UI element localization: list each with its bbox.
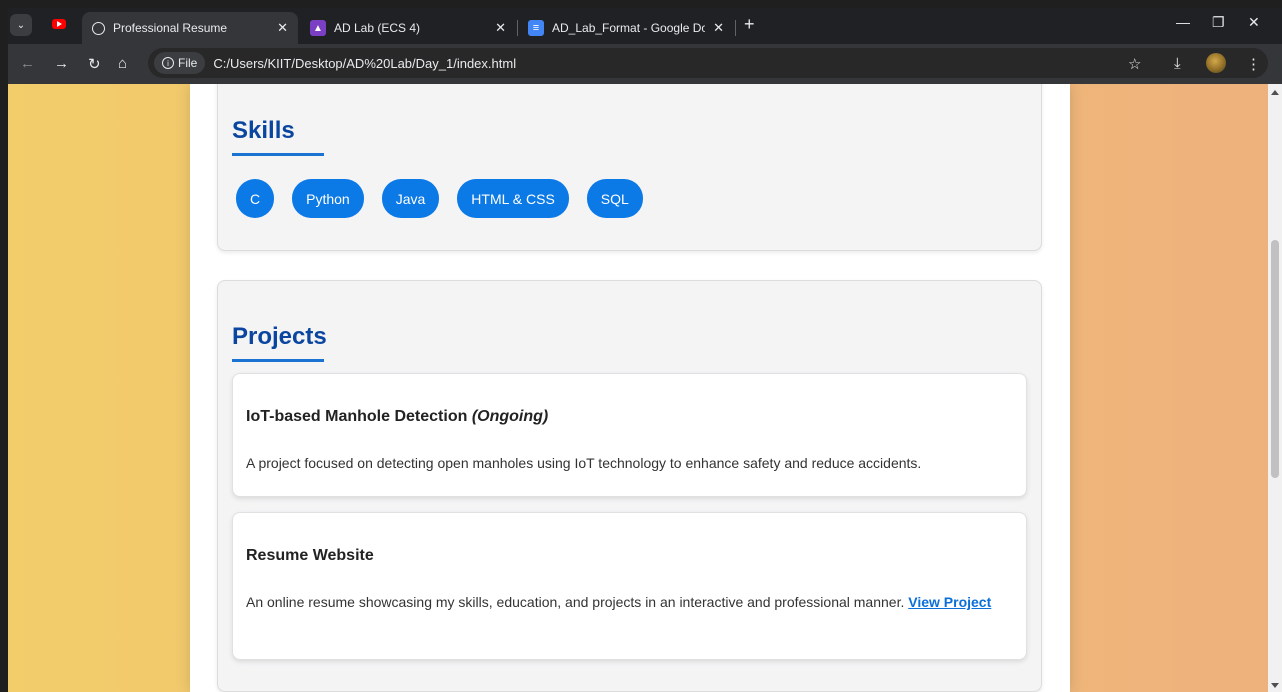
projects-heading: Projects <box>232 323 327 362</box>
tab-professional-resume[interactable]: Professional Resume ✕ <box>82 12 298 44</box>
project-card: Resume Website An online resume showcasi… <box>232 512 1027 660</box>
profile-avatar[interactable] <box>1206 53 1226 73</box>
file-chip-label: File <box>178 56 198 70</box>
skills-heading: Skills <box>232 117 324 156</box>
projects-section: Projects IoT-based Manhole Detection (On… <box>217 280 1042 692</box>
tab-google-docs[interactable]: ≡ AD_Lab_Format - Google Docs ✕ <box>518 12 734 44</box>
menu-kebab-icon[interactable]: ⋮ <box>1246 55 1261 73</box>
close-tab-icon[interactable]: ✕ <box>495 20 506 36</box>
skill-pill: HTML & CSS <box>457 179 569 218</box>
resume-container: Skills C Python Java HTML & CSS SQL Proj… <box>190 84 1070 692</box>
tab-title: AD_Lab_Format - Google Docs <box>552 21 706 35</box>
browser-toolbar: ← → ↻ ⌂ i File C:/Users/KIIT/Desktop/AD%… <box>8 44 1282 84</box>
globe-icon <box>92 21 105 35</box>
page-viewport: Skills C Python Java HTML & CSS SQL Proj… <box>8 84 1282 692</box>
project-card: IoT-based Manhole Detection (Ongoing) A … <box>232 373 1027 497</box>
info-icon: i <box>162 57 174 69</box>
url-text: C:/Users/KIIT/Desktop/AD%20Lab/Day_1/ind… <box>213 55 517 71</box>
download-icon[interactable]: ⤓ <box>1174 55 1181 72</box>
youtube-pinned-tab-icon[interactable] <box>52 19 66 29</box>
forward-arrow-icon[interactable]: → <box>54 55 69 72</box>
close-window-icon[interactable]: ✕ <box>1248 14 1260 31</box>
classroom-icon: ▲ <box>310 20 326 36</box>
restore-icon[interactable]: ❐ <box>1212 14 1225 31</box>
tab-title: AD Lab (ECS 4) <box>334 21 421 35</box>
bookmark-star-icon[interactable]: ☆ <box>1128 55 1141 73</box>
back-arrow-icon[interactable]: ← <box>20 55 35 72</box>
project-title-text: IoT-based Manhole Detection <box>246 408 468 425</box>
tab-ad-lab[interactable]: ▲ AD Lab (ECS 4) ✕ <box>300 12 516 44</box>
home-icon[interactable]: ⌂ <box>118 55 127 72</box>
skill-pill: SQL <box>586 179 643 218</box>
project-description: An online resume showcasing my skills, e… <box>246 591 1006 613</box>
scroll-down-arrow-icon[interactable] <box>1271 683 1279 688</box>
tab-search-chevron-icon[interactable]: ⌄ <box>10 14 32 36</box>
project-status: (Ongoing) <box>471 408 549 425</box>
project-title: IoT-based Manhole Detection (Ongoing) <box>246 408 548 426</box>
vertical-scrollbar[interactable] <box>1268 84 1282 692</box>
minimize-icon[interactable]: — <box>1176 14 1190 30</box>
new-tab-plus-icon[interactable]: + <box>744 14 755 35</box>
docs-icon: ≡ <box>528 20 544 36</box>
tab-strip: ⌄ Professional Resume ✕ ▲ AD Lab (ECS 4)… <box>8 8 1282 44</box>
reload-icon[interactable]: ↻ <box>88 55 101 73</box>
project-description-text: An online resume showcasing my skills, e… <box>246 594 905 610</box>
skill-pill: Python <box>292 179 364 218</box>
tab-separator <box>735 20 736 36</box>
browser-window: ⌄ Professional Resume ✕ ▲ AD Lab (ECS 4)… <box>8 8 1282 692</box>
address-bar[interactable]: i File C:/Users/KIIT/Desktop/AD%20Lab/Da… <box>148 48 1268 78</box>
project-title: Resume Website <box>246 547 374 564</box>
close-tab-icon[interactable]: ✕ <box>277 20 288 36</box>
tab-title: Professional Resume <box>113 21 228 35</box>
view-project-link[interactable]: View Project <box>908 594 991 610</box>
close-tab-icon[interactable]: ✕ <box>713 20 724 36</box>
site-info-chip[interactable]: i File <box>154 52 206 74</box>
scrollbar-thumb[interactable] <box>1271 240 1279 478</box>
skills-list: C Python Java HTML & CSS SQL <box>236 179 661 218</box>
skills-section: Skills C Python Java HTML & CSS SQL <box>217 84 1042 251</box>
skill-pill: Java <box>381 179 440 218</box>
project-description: A project focused on detecting open manh… <box>246 455 922 471</box>
scroll-up-arrow-icon[interactable] <box>1271 90 1279 95</box>
skill-pill: C <box>236 179 275 218</box>
